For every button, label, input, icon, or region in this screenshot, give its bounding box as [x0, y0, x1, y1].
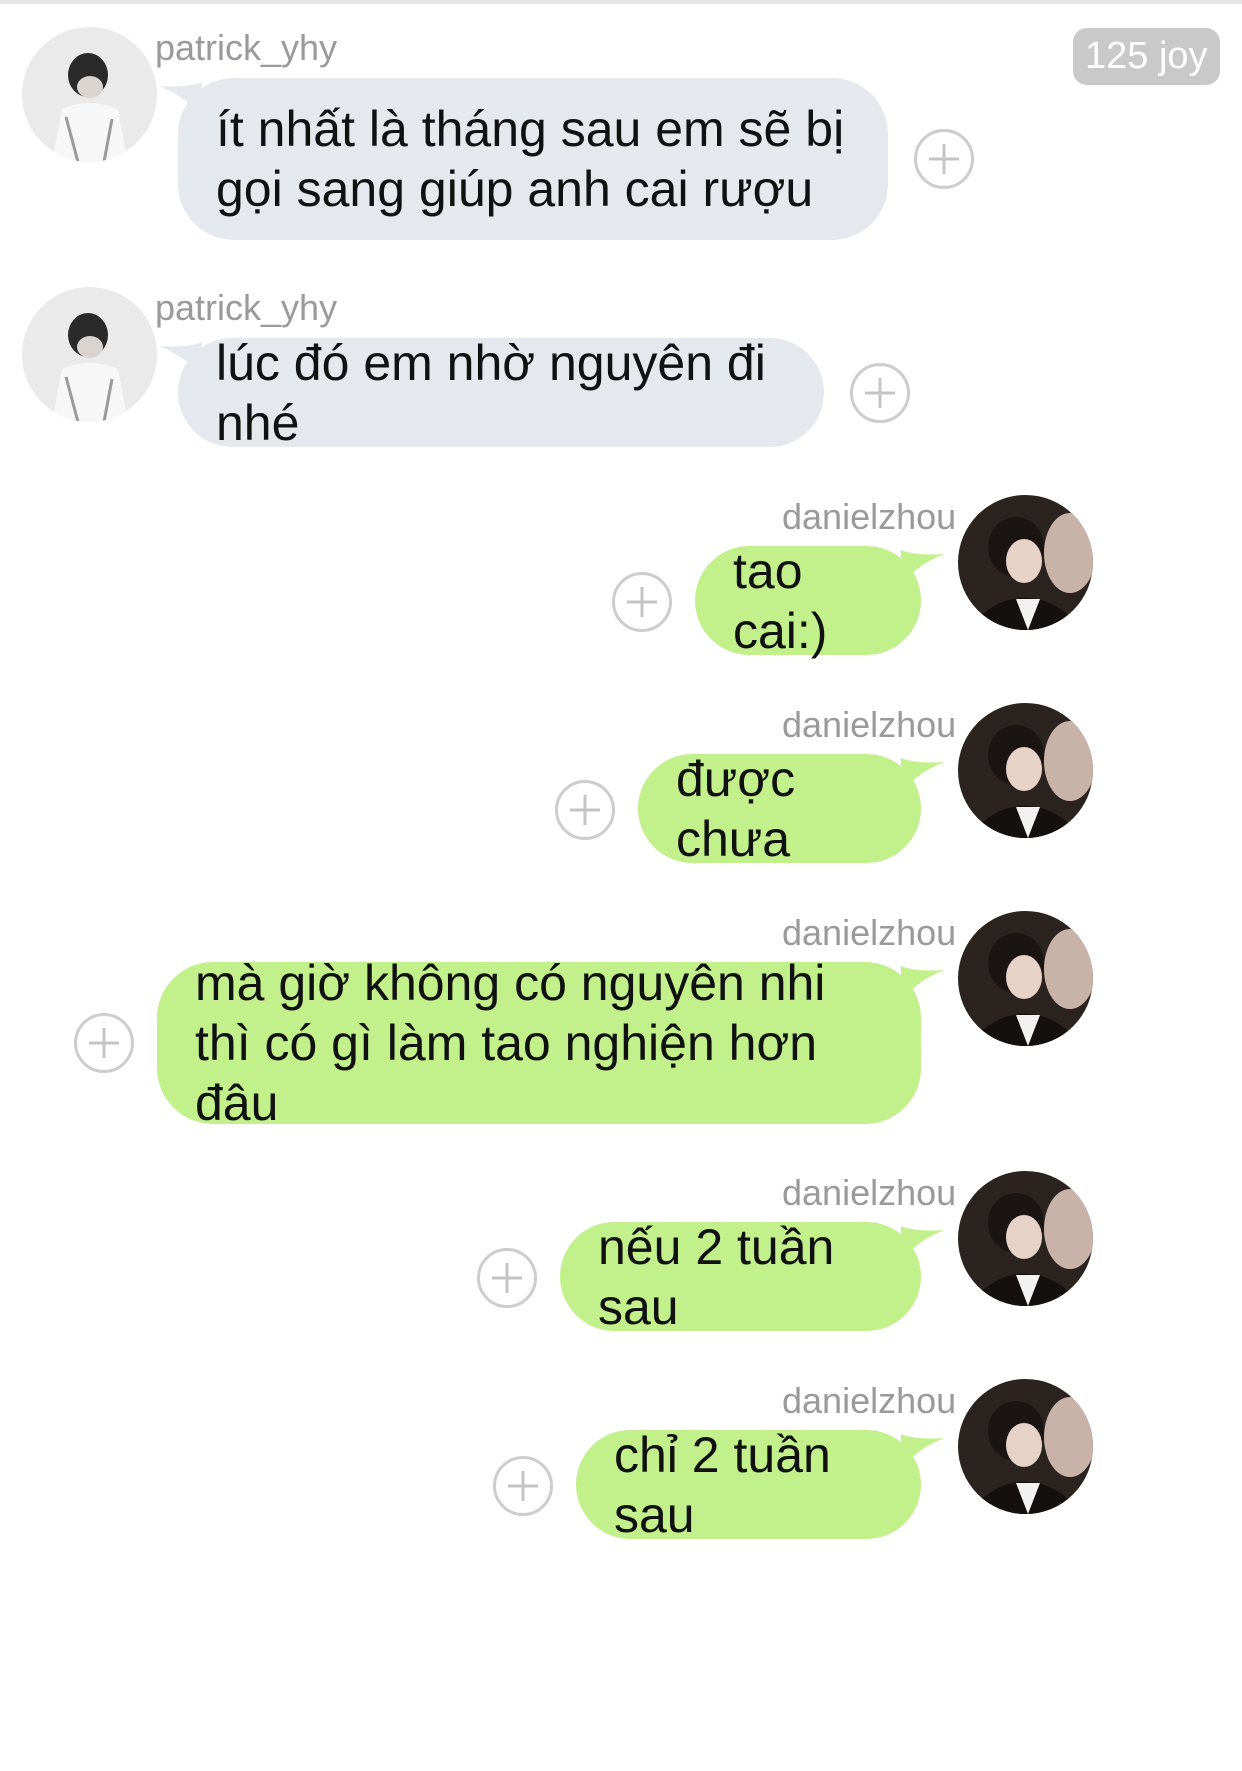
add-reaction-icon[interactable]: [555, 780, 615, 840]
bubble-tail: [901, 1226, 945, 1260]
bubble-tail: [901, 758, 945, 792]
avatar-daniel[interactable]: [958, 911, 1093, 1046]
add-reaction-icon[interactable]: [493, 1456, 553, 1516]
message-username: danielzhou: [782, 1172, 957, 1213]
message-text: ít nhất là tháng sau em sẽ bị gọi sang g…: [216, 101, 845, 217]
message-username: patrick_yhy: [155, 27, 338, 68]
message-bubble[interactable]: được chưa: [638, 751, 921, 867]
message-text: lúc đó em nhờ nguyên đi nhé: [216, 334, 766, 451]
avatar-daniel[interactable]: [958, 1171, 1093, 1306]
add-reaction-icon[interactable]: [477, 1248, 537, 1308]
avatar-daniel[interactable]: [958, 703, 1093, 838]
message-username: danielzhou: [782, 912, 957, 953]
message-bubble[interactable]: tao cai:): [695, 543, 921, 659]
avatar-patrick[interactable]: [22, 287, 157, 422]
message-bubble[interactable]: ít nhất là tháng sau em sẽ bị gọi sang g…: [178, 78, 888, 240]
message-text: nếu 2 tuần sau: [598, 1218, 835, 1335]
message-bubble[interactable]: nếu 2 tuần sau: [560, 1219, 921, 1335]
avatar-daniel[interactable]: [958, 495, 1093, 630]
avatar-patrick[interactable]: [22, 27, 157, 162]
bubble-tail: [901, 1434, 945, 1468]
message-bubble[interactable]: lúc đó em nhờ nguyên đi nhé: [178, 335, 824, 451]
message-bubble[interactable]: mà giờ không có nguyên nhi thì có gì làm…: [157, 955, 921, 1131]
message-text: chỉ 2 tuần sau: [614, 1426, 831, 1543]
message-bubble[interactable]: chỉ 2 tuần sau: [576, 1427, 921, 1543]
message-username: danielzhou: [782, 704, 957, 745]
message-text: tao cai:): [733, 542, 828, 659]
add-reaction-icon[interactable]: [914, 129, 974, 189]
top-divider: [0, 0, 1242, 4]
message-username: danielzhou: [782, 1380, 957, 1421]
add-reaction-icon[interactable]: [850, 363, 910, 423]
bubble-tail: [901, 966, 945, 1000]
message-username: patrick_yhy: [155, 287, 338, 328]
add-reaction-icon[interactable]: [74, 1013, 134, 1073]
joy-points-badge[interactable]: 125 joy: [1073, 28, 1220, 85]
message-username: danielzhou: [782, 496, 957, 537]
message-text: được chưa: [676, 750, 796, 867]
bubble-tail: [901, 550, 945, 584]
avatar-daniel[interactable]: [958, 1379, 1093, 1514]
message-text: mà giờ không có nguyên nhi thì có gì làm…: [195, 955, 826, 1131]
add-reaction-icon[interactable]: [612, 572, 672, 632]
